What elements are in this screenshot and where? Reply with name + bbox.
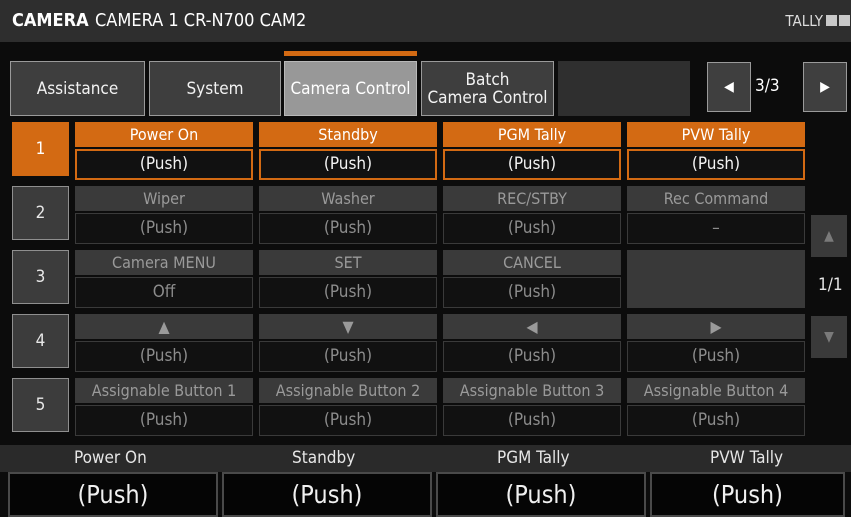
bottom-button-pvw-tally[interactable]: (Push) (650, 472, 845, 517)
bottom-label-power-on: Power On (74, 448, 147, 468)
function-cell-standby[interactable]: Standby (Push) (259, 122, 437, 180)
bottom-label-pgm-tally: PGM Tally (497, 448, 570, 468)
cell-value: (Push) (259, 341, 437, 372)
function-cell-power-on[interactable]: Power On (Push) (75, 122, 253, 180)
cell-label: Standby (259, 122, 437, 147)
down-arrow-icon: ▼ (824, 329, 834, 345)
left-arrow-icon: ◀ (724, 79, 734, 95)
tally-label: TALLY (785, 12, 823, 30)
function-cell-right[interactable]: ▶ (Push) (627, 314, 805, 372)
function-cell-up[interactable]: ▲ (Push) (75, 314, 253, 372)
cell-value: (Push) (75, 213, 253, 244)
cell-value: (Push) (75, 149, 253, 180)
cell-label: Camera MENU (75, 250, 253, 275)
function-cell-assignable-2[interactable]: Assignable Button 2 (Push) (259, 378, 437, 436)
function-cell-empty (627, 250, 805, 308)
row-button-2[interactable]: 2 (12, 186, 69, 240)
cell-value: (Push) (443, 405, 621, 436)
cell-value: Off (75, 277, 253, 308)
cell-label: CANCEL (443, 250, 621, 275)
up-arrow-icon: ▲ (824, 228, 834, 244)
page-prev-button[interactable]: ◀ (707, 62, 751, 112)
cell-label: Assignable Button 3 (443, 378, 621, 403)
cell-label: PVW Tally (627, 122, 805, 147)
cell-value: – (627, 213, 805, 244)
cell-value: (Push) (627, 149, 805, 180)
cell-label: Rec Command (627, 186, 805, 211)
cell-value: (Push) (627, 341, 805, 372)
cell-value: (Push) (75, 405, 253, 436)
cell-value: (Push) (627, 405, 805, 436)
cell-value: (Push) (443, 213, 621, 244)
cell-label: PGM Tally (443, 122, 621, 147)
tally-indicator-2 (839, 15, 850, 26)
row-page-indicator: 1/1 (818, 275, 843, 295)
tab-batch-camera-control[interactable]: Batch Camera Control (421, 61, 554, 116)
tab-system[interactable]: System (149, 61, 281, 116)
cell-label: Wiper (75, 186, 253, 211)
cell-value: (Push) (443, 277, 621, 308)
function-cell-wiper[interactable]: Wiper (Push) (75, 186, 253, 244)
scroll-down-button[interactable]: ▼ (811, 316, 847, 358)
row-button-5[interactable]: 5 (12, 378, 69, 432)
bottom-button-power-on[interactable]: (Push) (8, 472, 218, 517)
cell-value: (Push) (443, 149, 621, 180)
active-tab-indicator (284, 51, 417, 56)
down-arrow-icon: ▼ (259, 314, 437, 339)
right-arrow-icon: ▶ (820, 79, 830, 95)
camera-name: CAMERA 1 CR-N700 CAM2 (95, 10, 307, 31)
cell-value: (Push) (259, 405, 437, 436)
cell-value: (Push) (443, 341, 621, 372)
bottom-button-standby[interactable]: (Push) (222, 472, 432, 517)
bottom-button-pgm-tally[interactable]: (Push) (436, 472, 646, 517)
function-cell-camera-menu[interactable]: Camera MENU Off (75, 250, 253, 308)
page-indicator: 3/3 (755, 76, 780, 96)
cell-label: Power On (75, 122, 253, 147)
tab-empty-slot (558, 61, 690, 116)
row-button-1[interactable]: 1 (12, 122, 69, 176)
function-cell-pvw-tally[interactable]: PVW Tally (Push) (627, 122, 805, 180)
function-cell-pgm-tally[interactable]: PGM Tally (Push) (443, 122, 621, 180)
function-cell-rec-command[interactable]: Rec Command – (627, 186, 805, 244)
cell-value: (Push) (75, 341, 253, 372)
cell-label: REC/STBY (443, 186, 621, 211)
cell-value: (Push) (259, 149, 437, 180)
function-cell-cancel[interactable]: CANCEL (Push) (443, 250, 621, 308)
function-cell-washer[interactable]: Washer (Push) (259, 186, 437, 244)
cell-label: Assignable Button 4 (627, 378, 805, 403)
bottom-label-standby: Standby (292, 448, 356, 468)
row-button-3[interactable]: 3 (12, 250, 69, 304)
cell-value: (Push) (259, 277, 437, 308)
page-next-button[interactable]: ▶ (803, 62, 847, 112)
cell-label: SET (259, 250, 437, 275)
tab-camera-control[interactable]: Camera Control (284, 61, 417, 116)
left-arrow-icon: ◀ (443, 314, 621, 339)
cell-label: Assignable Button 1 (75, 378, 253, 403)
function-cell-left[interactable]: ◀ (Push) (443, 314, 621, 372)
function-cell-assignable-1[interactable]: Assignable Button 1 (Push) (75, 378, 253, 436)
function-cell-set[interactable]: SET (Push) (259, 250, 437, 308)
right-arrow-icon: ▶ (627, 314, 805, 339)
tab-assistance[interactable]: Assistance (10, 61, 145, 116)
scroll-up-button[interactable]: ▲ (811, 215, 847, 257)
up-arrow-icon: ▲ (75, 314, 253, 339)
cell-value: (Push) (259, 213, 437, 244)
row-button-4[interactable]: 4 (12, 314, 69, 368)
title-bar: CAMERA CAMERA 1 CR-N700 CAM2 TALLY (0, 0, 851, 42)
bottom-label-pvw-tally: PVW Tally (710, 448, 784, 468)
function-cell-rec-stby[interactable]: REC/STBY (Push) (443, 186, 621, 244)
tally-indicator-1 (826, 15, 837, 26)
app-label: CAMERA (12, 10, 89, 31)
cell-label: Assignable Button 2 (259, 378, 437, 403)
cell-label: Washer (259, 186, 437, 211)
function-cell-assignable-3[interactable]: Assignable Button 3 (Push) (443, 378, 621, 436)
function-cell-assignable-4[interactable]: Assignable Button 4 (Push) (627, 378, 805, 436)
function-cell-down[interactable]: ▼ (Push) (259, 314, 437, 372)
